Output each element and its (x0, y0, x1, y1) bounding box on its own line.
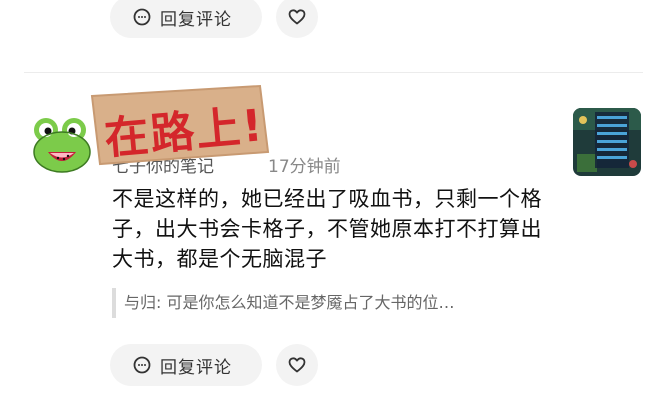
divider (24, 72, 643, 73)
heart-icon (288, 9, 306, 25)
reply-comment-button-top[interactable]: 回复评论 (110, 0, 262, 38)
sticker-overlay: 在路上! (84, 82, 272, 168)
heart-icon (288, 357, 306, 373)
like-button-bottom[interactable] (276, 344, 318, 386)
comment-text: 不是这样的，她已经出了吸血书，只剩一个格子，出大书会卡格子，不管她原本打不打算出… (112, 187, 542, 271)
quoted-reply[interactable]: 与归: 可是你怎么知道不是梦魇占了大书的位… (112, 288, 552, 318)
reply-comment-label: 回复评论 (160, 9, 232, 30)
attached-image-thumbnail[interactable] (573, 108, 641, 176)
comment-timestamp: 17分钟前 (268, 157, 341, 177)
like-button-top[interactable] (276, 0, 318, 38)
reply-comment-button-bottom[interactable]: 回复评论 (110, 344, 262, 386)
comment-icon (133, 356, 151, 374)
reply-comment-label: 回复评论 (160, 357, 232, 378)
comment-icon (133, 8, 151, 26)
